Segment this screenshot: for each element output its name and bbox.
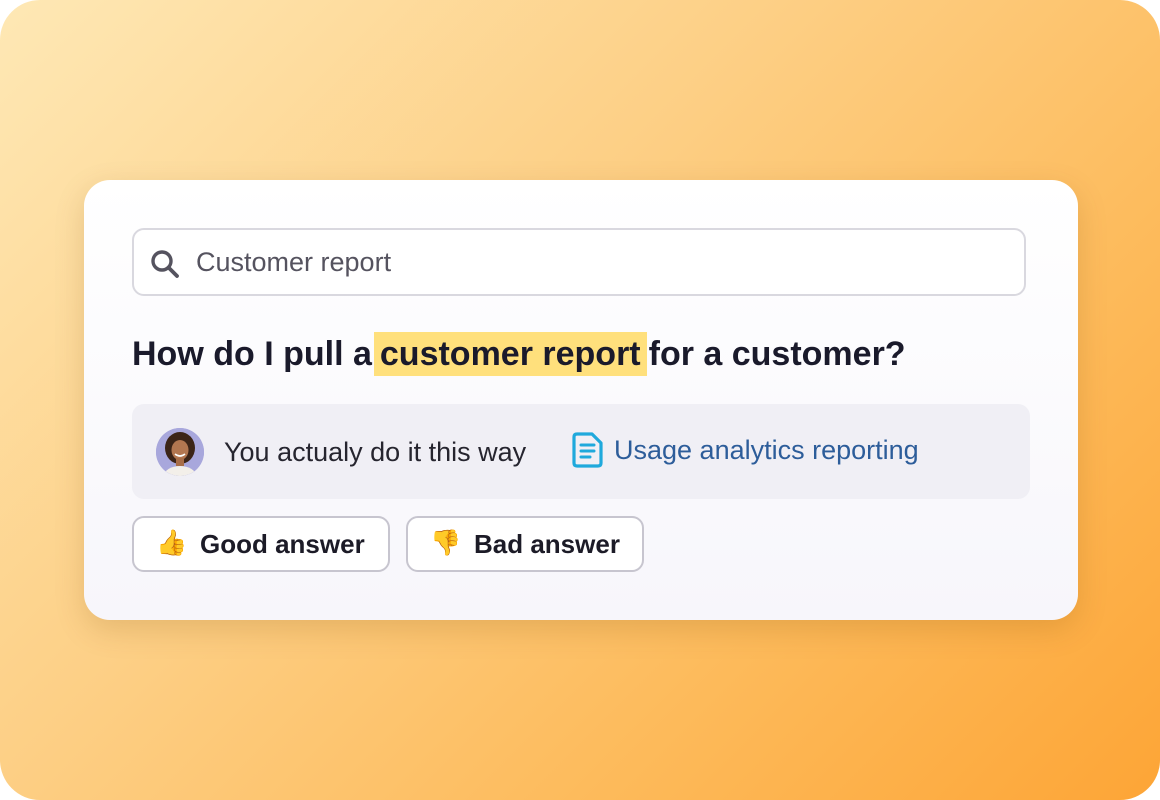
good-answer-button[interactable]: 👍 Good answer — [132, 516, 390, 572]
answer-card: How do I pull a customer report for a cu… — [84, 180, 1078, 620]
avatar — [156, 428, 204, 476]
answer-box: You actualy do it this way Usage analyti… — [132, 404, 1030, 499]
answer-text: You actualy do it this way — [224, 437, 527, 467]
thumbs-down-icon: 👎 — [430, 530, 462, 557]
good-answer-label: Good answer — [200, 528, 365, 559]
document-icon — [572, 432, 603, 468]
usage-analytics-link-label: Usage analytics reporting — [614, 435, 919, 465]
question-highlight: customer report — [373, 332, 647, 376]
background-canvas: How do I pull a customer report for a cu… — [0, 0, 1160, 800]
bad-answer-label: Bad answer — [474, 528, 620, 559]
thumbs-up-icon: 👍 — [156, 530, 188, 557]
bad-answer-button[interactable]: 👎 Bad answer — [406, 516, 644, 572]
usage-analytics-link[interactable]: Usage analytics reporting — [572, 432, 919, 468]
search-bar[interactable] — [132, 228, 1026, 296]
user-avatar-icon — [156, 428, 204, 476]
question-title: How do I pull a customer report for a cu… — [132, 330, 906, 378]
search-icon — [151, 250, 179, 278]
search-input[interactable] — [196, 230, 996, 294]
question-text-before: How do I pull a — [132, 334, 372, 373]
question-text-after: for a customer? — [648, 334, 906, 373]
